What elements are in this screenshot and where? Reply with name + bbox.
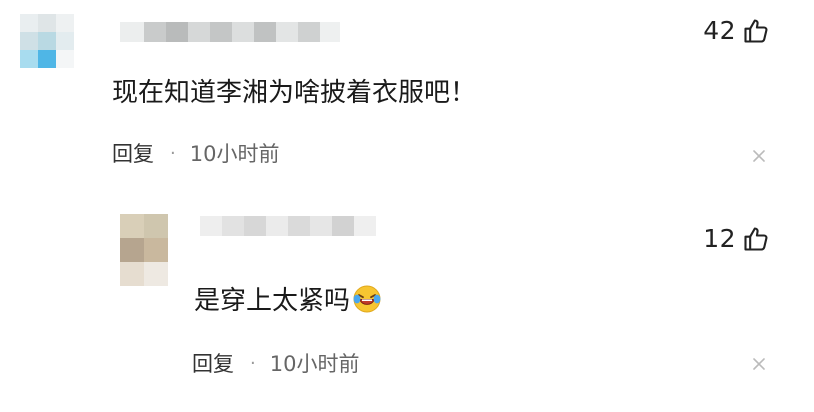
separator-dot: · xyxy=(250,352,256,374)
reply-button[interactable]: 回复 xyxy=(192,348,234,378)
timestamp: 10小时前 xyxy=(269,352,360,376)
avatar[interactable] xyxy=(20,14,74,68)
comment-text: 现在知道李湘为啥披着衣服吧！ xyxy=(112,78,477,108)
laughing-crying-emoji-icon xyxy=(352,284,382,314)
separator-dot: · xyxy=(170,142,176,164)
username-blurred[interactable] xyxy=(200,216,376,236)
thumbs-up-icon[interactable] xyxy=(742,225,770,253)
username-blurred[interactable] xyxy=(120,22,340,42)
comment-meta: 回复 · 10小时前 xyxy=(192,348,359,378)
reply-item: 12 是穿上太紧吗 回复 · 10小时前 xyxy=(0,200,814,412)
reply-button[interactable]: 回复 xyxy=(112,138,154,168)
comment-item: 42 现在知道李湘为啥披着衣服吧！ 回复 · 10小时前 xyxy=(0,0,814,200)
comment-meta: 回复 · 10小时前 xyxy=(112,138,279,168)
comment-text-content: 是穿上太紧吗 xyxy=(194,286,351,316)
like-count: 42 xyxy=(703,16,736,45)
close-icon[interactable] xyxy=(752,356,766,370)
comment-text: 是穿上太紧吗 xyxy=(194,280,382,317)
like-count: 12 xyxy=(703,224,736,253)
like-button[interactable]: 12 xyxy=(703,224,770,253)
timestamp: 10小时前 xyxy=(189,142,280,166)
avatar[interactable] xyxy=(120,214,168,286)
thumbs-up-icon[interactable] xyxy=(742,17,770,45)
close-icon[interactable] xyxy=(752,148,766,162)
like-button[interactable]: 42 xyxy=(703,16,770,45)
